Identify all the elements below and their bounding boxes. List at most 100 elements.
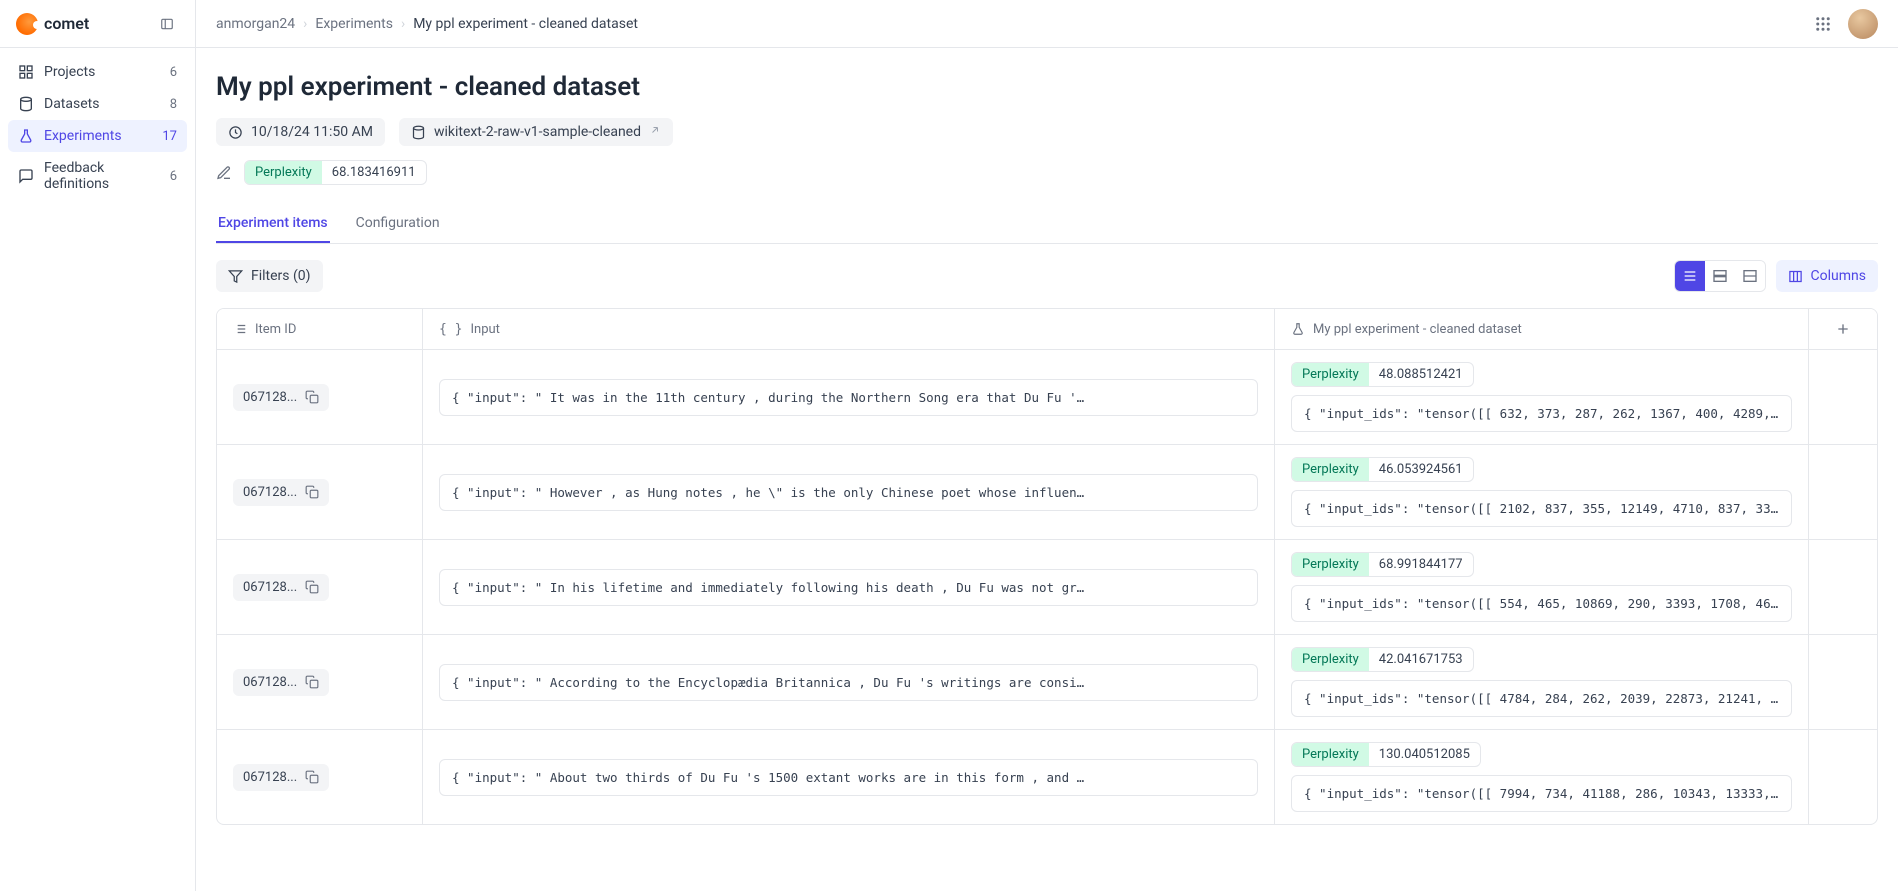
flask-icon <box>1291 322 1305 336</box>
metric-value: 42.041671753 <box>1369 648 1473 671</box>
metric-label: Perplexity <box>245 161 322 184</box>
item-id-pill: 067128... <box>233 764 329 791</box>
input-json[interactable]: { "input": " However , as Hung notes , h… <box>439 474 1258 511</box>
row-metric-badge: Perplexity 68.991844177 <box>1291 552 1474 577</box>
row-metric-badge: Perplexity 46.053924561 <box>1291 457 1474 482</box>
output-json[interactable]: { "input_ids": "tensor([[ 2102, 837, 355… <box>1291 490 1792 527</box>
column-header-input[interactable]: { } Input <box>423 309 1275 349</box>
grid-icon <box>18 64 34 80</box>
sidebar-item-label: Experiments <box>44 128 122 144</box>
list-icon <box>233 322 247 336</box>
filter-icon <box>228 269 243 284</box>
item-id: 067128... <box>243 485 297 500</box>
sidebar-item-feedback[interactable]: Feedback definitions 6 <box>8 152 187 200</box>
sidebar-item-count: 6 <box>170 65 177 80</box>
collapse-sidebar-button[interactable] <box>155 12 179 36</box>
brand-name: comet <box>44 14 89 33</box>
logo-mark-icon <box>16 13 38 35</box>
metric-label: Perplexity <box>1292 553 1369 576</box>
edit-icon[interactable] <box>216 165 232 181</box>
sidebar-item-label: Feedback definitions <box>44 160 170 192</box>
table-row[interactable]: 067128... { "input": " According to the … <box>217 635 1877 730</box>
view-list-button[interactable] <box>1675 261 1705 291</box>
item-id: 067128... <box>243 580 297 595</box>
sidebar-item-count: 6 <box>170 169 177 184</box>
avatar[interactable] <box>1848 9 1878 39</box>
output-json[interactable]: { "input_ids": "tensor([[ 632, 373, 287,… <box>1291 395 1792 432</box>
column-header-item-id[interactable]: Item ID <box>217 309 423 349</box>
tab-configuration[interactable]: Configuration <box>354 205 442 243</box>
braces-icon: { } <box>439 322 462 337</box>
table-row[interactable]: 067128... { "input": " It was in the 11t… <box>217 350 1877 445</box>
table-row[interactable]: 067128... { "input": " However , as Hung… <box>217 445 1877 540</box>
item-id-pill: 067128... <box>233 574 329 601</box>
row-metric-badge: Perplexity 130.040512085 <box>1291 742 1481 767</box>
metric-value: 46.053924561 <box>1369 458 1473 481</box>
columns-icon <box>1788 269 1803 284</box>
metric-value: 68.991844177 <box>1369 553 1473 576</box>
chat-icon <box>18 168 34 184</box>
output-json[interactable]: { "input_ids": "tensor([[ 4784, 284, 262… <box>1291 680 1792 717</box>
chevron-right-icon: › <box>401 16 405 32</box>
view-mode-group <box>1674 260 1766 292</box>
breadcrumb-current: My ppl experiment - cleaned dataset <box>413 16 638 32</box>
output-json[interactable]: { "input_ids": "tensor([[ 7994, 734, 411… <box>1291 775 1792 812</box>
sidebar-item-experiments[interactable]: Experiments 17 <box>8 120 187 152</box>
metric-badge: Perplexity 68.183416911 <box>244 160 427 185</box>
columns-button[interactable]: Columns <box>1776 260 1878 292</box>
experiment-table: Item ID { } Input My ppl experiment - cl… <box>216 308 1878 825</box>
output-json[interactable]: { "input_ids": "tensor([[ 554, 465, 1086… <box>1291 585 1792 622</box>
metric-value: 130.040512085 <box>1369 743 1480 766</box>
metric-value: 48.088512421 <box>1369 363 1473 386</box>
input-json[interactable]: { "input": " It was in the 11th century … <box>439 379 1258 416</box>
row-metric-badge: Perplexity 42.041671753 <box>1291 647 1474 672</box>
item-id-pill: 067128... <box>233 479 329 506</box>
chevron-right-icon: › <box>303 16 307 32</box>
metric-label: Perplexity <box>1292 363 1369 386</box>
column-header-experiment[interactable]: My ppl experiment - cleaned dataset <box>1275 309 1809 349</box>
breadcrumb: anmorgan24 › Experiments › My ppl experi… <box>216 16 638 32</box>
view-rows-button[interactable] <box>1705 261 1735 291</box>
apps-grid-icon[interactable] <box>1814 15 1832 33</box>
tab-experiment-items[interactable]: Experiment items <box>216 205 330 243</box>
external-link-icon <box>649 124 661 140</box>
metric-label: Perplexity <box>1292 743 1369 766</box>
sidebar-item-label: Projects <box>44 64 95 80</box>
filters-button[interactable]: Filters (0) <box>216 260 323 292</box>
plus-icon <box>1835 321 1851 337</box>
page-title: My ppl experiment - cleaned dataset <box>216 72 1878 102</box>
clock-icon <box>228 125 243 140</box>
database-icon <box>18 96 34 112</box>
brand-logo[interactable]: comet <box>16 13 89 35</box>
view-compact-button[interactable] <box>1735 261 1765 291</box>
copy-icon[interactable] <box>305 485 319 499</box>
row-metric-badge: Perplexity 48.088512421 <box>1291 362 1474 387</box>
breadcrumb-section[interactable]: Experiments <box>315 16 393 32</box>
metric-value: 68.183416911 <box>322 161 426 184</box>
sidebar-item-datasets[interactable]: Datasets 8 <box>8 88 187 120</box>
sidebar-item-count: 8 <box>170 97 177 112</box>
breadcrumb-workspace[interactable]: anmorgan24 <box>216 16 295 32</box>
item-id: 067128... <box>243 770 297 785</box>
item-id: 067128... <box>243 390 297 405</box>
item-id: 067128... <box>243 675 297 690</box>
sidebar-item-label: Datasets <box>44 96 99 112</box>
input-json[interactable]: { "input": " In his lifetime and immedia… <box>439 569 1258 606</box>
database-icon <box>411 125 426 140</box>
item-id-pill: 067128... <box>233 669 329 696</box>
flask-icon <box>18 128 34 144</box>
input-json[interactable]: { "input": " About two thirds of Du Fu '… <box>439 759 1258 796</box>
copy-icon[interactable] <box>305 390 319 404</box>
table-row[interactable]: 067128... { "input": " In his lifetime a… <box>217 540 1877 635</box>
copy-icon[interactable] <box>305 675 319 689</box>
metric-label: Perplexity <box>1292 458 1369 481</box>
input-json[interactable]: { "input": " According to the Encyclopæd… <box>439 664 1258 701</box>
sidebar-item-count: 17 <box>162 129 177 144</box>
copy-icon[interactable] <box>305 770 319 784</box>
timestamp-chip: 10/18/24 11:50 AM <box>216 118 385 146</box>
table-row[interactable]: 067128... { "input": " About two thirds … <box>217 730 1877 824</box>
copy-icon[interactable] <box>305 580 319 594</box>
dataset-chip[interactable]: wikitext-2-raw-v1-sample-cleaned <box>399 118 673 146</box>
add-column-button[interactable] <box>1809 309 1877 349</box>
sidebar-item-projects[interactable]: Projects 6 <box>8 56 187 88</box>
